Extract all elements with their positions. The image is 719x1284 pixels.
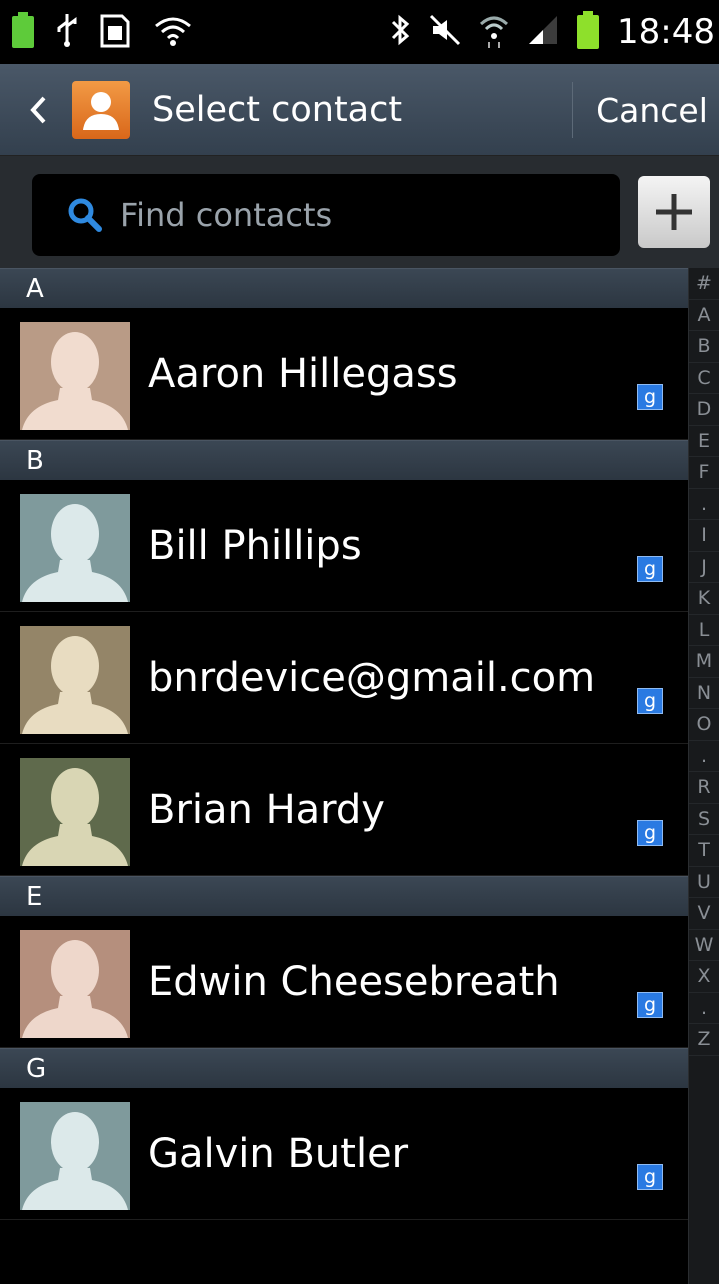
contact-avatar [20,930,130,1038]
search-input[interactable]: Find contacts [32,174,620,256]
action-bar-divider [572,82,573,138]
status-icons-left [0,12,192,52]
screen: 18:48 Select contact Cancel Find contact… [0,0,719,1284]
usb-icon [56,12,78,52]
index-letter[interactable]: E [689,426,719,457]
person-silhouette-icon [22,332,128,430]
google-account-icon: g [637,384,663,410]
google-account-icon: g [637,992,663,1018]
person-silhouette-icon [22,768,128,866]
wifi-alert-icon [154,14,192,50]
section-header: E [0,876,688,916]
battery-icon [12,12,34,52]
index-letter[interactable]: K [689,583,719,615]
search-icon [64,194,106,236]
person-silhouette-icon [22,940,128,1038]
contact-list[interactable]: A Aaron Hillegass g B Bill Phillips g bnrdevic… [0,268,688,1220]
section-header: B [0,440,688,480]
chevron-left-icon [30,96,46,123]
index-letter[interactable]: I [689,520,719,552]
index-letter[interactable]: L [689,615,719,646]
section-header: G [0,1048,688,1088]
index-letter[interactable]: . [689,993,719,1024]
wifi-icon [479,12,509,52]
index-letter[interactable]: V [689,898,719,930]
index-letter[interactable]: M [689,646,719,678]
page-title: Select contact [152,89,403,130]
contact-avatar [20,758,130,866]
person-silhouette-icon [22,504,128,602]
index-letter[interactable]: S [689,804,719,835]
contact-name: bnrdevice@gmail.com [148,655,596,701]
contact-row[interactable]: bnrdevice@gmail.com g [0,612,688,744]
cancel-button[interactable]: Cancel [585,64,719,156]
contact-row[interactable]: Aaron Hillegass g [0,308,688,440]
clock-time: 18:48 [617,12,715,52]
index-letter[interactable]: B [689,331,719,363]
google-account-icon: g [637,820,663,846]
contact-name: Brian Hardy [148,787,385,833]
status-icons-right: 18:48 [391,11,719,53]
contacts-app-icon [72,80,130,139]
index-letter[interactable]: W [689,930,719,961]
back-button[interactable] [18,64,58,156]
person-silhouette-icon [22,1112,128,1210]
status-bar: 18:48 [0,0,719,64]
index-letter[interactable]: U [689,867,719,898]
bluetooth-icon [391,12,411,52]
contact-row[interactable]: Edwin Cheesebreath g [0,916,688,1048]
contact-name: Bill Phillips [148,523,362,569]
contact-row[interactable]: Galvin Butler g [0,1088,688,1220]
index-letter[interactable]: N [689,678,719,709]
index-letter[interactable]: J [689,552,719,583]
contact-name: Galvin Butler [148,1131,409,1177]
person-silhouette-icon [22,636,128,734]
battery-full-icon [577,11,600,53]
google-account-icon: g [637,556,663,582]
contact-avatar [20,322,130,430]
index-letter[interactable]: # [689,268,719,300]
contact-name: Edwin Cheesebreath [148,959,560,1005]
search-placeholder: Find contacts [120,196,333,234]
search-row: Find contacts [0,156,719,268]
contact-name: Aaron Hillegass [148,351,458,397]
index-letter[interactable]: T [689,835,719,867]
section-header: A [0,268,688,308]
index-letter[interactable]: A [689,300,719,331]
index-letter[interactable]: O [689,709,719,741]
action-bar: Select contact Cancel [0,64,719,156]
index-letter[interactable]: R [689,772,719,804]
contact-row[interactable]: Bill Phillips g [0,480,688,612]
index-letter[interactable]: D [689,394,719,426]
signal-icon [527,14,559,50]
index-letter[interactable]: . [689,741,719,772]
contact-avatar [20,1102,130,1210]
mute-icon [429,14,461,50]
google-account-icon: g [637,688,663,714]
contact-row[interactable]: Brian Hardy g [0,744,688,876]
index-letter[interactable]: C [689,363,719,394]
google-account-icon: g [637,1164,663,1190]
plus-icon [656,194,692,230]
add-contact-button[interactable] [638,176,710,248]
sd-card-icon [100,12,132,52]
index-letter[interactable]: Z [689,1024,719,1056]
contact-avatar [20,626,130,734]
alphabet-index-rail[interactable]: # A B C D E F. I J K L M N O. R S T U V W X. Z [688,268,719,1284]
index-letter[interactable]: . [689,489,719,520]
index-letter[interactable]: X [689,961,719,993]
index-letter[interactable]: F [689,457,719,489]
contact-avatar [20,494,130,602]
